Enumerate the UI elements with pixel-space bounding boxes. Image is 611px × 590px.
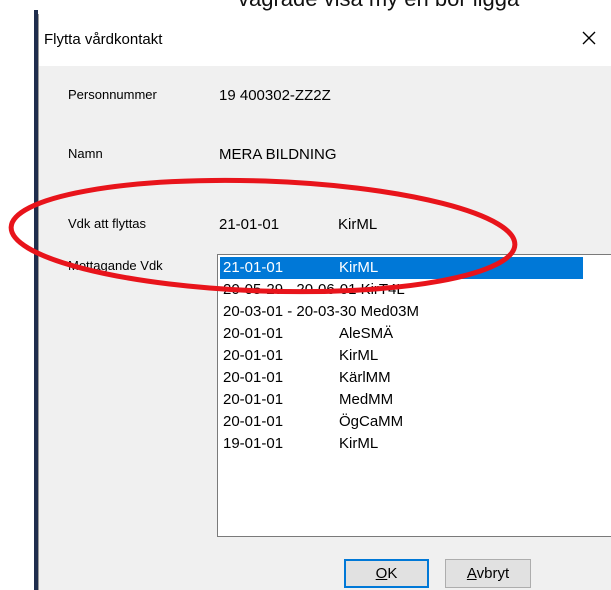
list-item[interactable]: 19-01-01 KirML: [220, 433, 583, 455]
dialog-titlebar: Flytta vårdkontakt: [39, 14, 611, 66]
list-item-code: ÖgCaMM: [339, 413, 404, 430]
dialog-client-area: Personnummer 19 400302-ZZ2Z Namn MERA BI…: [39, 66, 611, 590]
list-item[interactable]: 20-03-01 - 20-03-30 Med03M: [220, 301, 583, 323]
list-item-date: 20-01-01: [223, 413, 284, 430]
list-item[interactable]: 20-01-01 KärlMM: [220, 367, 583, 389]
list-item-code: KirML: [339, 435, 379, 452]
move-care-contact-dialog: Flytta vårdkontakt Personnummer 19 40030…: [38, 14, 611, 590]
receiving-vdk-listbox[interactable]: 21-01-01 KirML 20-05-29 - 20-06-01 KirT4…: [217, 254, 611, 537]
list-item[interactable]: 20-05-29 - 20-06-01 KirT4L: [220, 279, 583, 301]
list-item[interactable]: 20-01-01 ÖgCaMM: [220, 411, 583, 433]
ok-button-label: OK: [375, 565, 398, 582]
close-icon: [582, 31, 596, 45]
background-window-strip: vägrade visa my en bör ligga: [0, 0, 611, 14]
list-item-code: KirML: [339, 347, 379, 364]
dialog-title: Flytta vårdkontakt: [44, 31, 163, 48]
list-item-code: AleSMÄ: [339, 325, 394, 342]
namn-label: Namn: [68, 146, 103, 161]
list-item-date: 19-01-01: [223, 435, 284, 452]
vdk-att-flyttas-date: 21-01-01: [219, 216, 280, 233]
list-item-selected[interactable]: 21-01-01 KirML: [220, 257, 583, 279]
list-item-code: KirML: [339, 259, 379, 276]
cancel-button[interactable]: Avbryt: [445, 559, 531, 588]
list-item-code: MedMM: [339, 391, 394, 408]
personnummer-label: Personnummer: [68, 87, 157, 102]
list-item[interactable]: 20-01-01 AleSMÄ: [220, 323, 583, 345]
ok-button[interactable]: OK: [344, 559, 429, 588]
namn-value: MERA BILDNING: [219, 146, 337, 163]
personnummer-value: 19 400302-ZZ2Z: [219, 87, 331, 104]
list-item-date: 20-01-01: [223, 391, 284, 408]
list-item[interactable]: 20-01-01 MedMM: [220, 389, 583, 411]
cancel-button-label: Avbryt: [466, 565, 510, 582]
close-button[interactable]: [569, 18, 609, 58]
list-item[interactable]: 20-01-01 KirML: [220, 345, 583, 367]
list-item-date: 20-05-29 - 20-06-01 KirT4L: [223, 281, 405, 298]
screenshot-stage: vägrade visa my en bör ligga Flytta vård…: [0, 0, 611, 590]
background-partial-text: vägrade visa my en bör ligga: [238, 0, 519, 12]
list-item-code: KärlMM: [339, 369, 391, 386]
list-item-date: 20-01-01: [223, 325, 284, 342]
vdk-att-flyttas-label: Vdk att flyttas: [68, 216, 147, 231]
list-item-date: 21-01-01: [223, 259, 284, 276]
cancel-button-label-rest: vbryt: [476, 565, 510, 582]
list-item-date: 20-01-01: [223, 347, 284, 364]
mottagande-vdk-label: Mottagande Vdk: [68, 258, 163, 273]
list-item-date: 20-03-01 - 20-03-30 Med03M: [223, 303, 419, 320]
ok-button-label-rest: K: [387, 565, 398, 582]
list-item-date: 20-01-01: [223, 369, 284, 386]
vdk-att-flyttas-code: KirML: [338, 216, 378, 233]
